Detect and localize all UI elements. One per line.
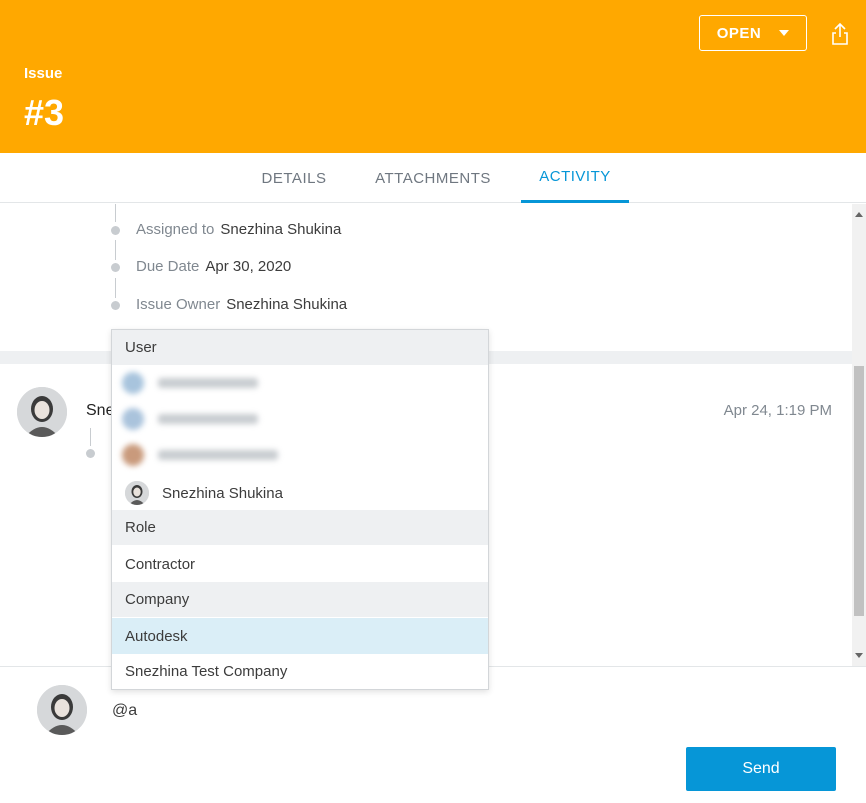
- tab-activity-label: ACTIVITY: [539, 168, 611, 185]
- field-label: Due Date: [136, 258, 200, 275]
- timeline-dot: [111, 226, 120, 235]
- avatar-icon: [122, 444, 144, 466]
- blurred-text: [158, 414, 258, 424]
- field-value: Apr 30, 2020: [205, 258, 292, 275]
- field-value: Snezhina Shukina: [220, 221, 342, 238]
- dropdown-item-company[interactable]: Autodesk: [112, 618, 488, 654]
- blurred-user-item[interactable]: [122, 408, 292, 430]
- send-button[interactable]: Send: [686, 747, 836, 791]
- dropdown-item-role[interactable]: Contractor: [112, 546, 488, 582]
- field-due-date: Due Date Apr 30, 2020: [136, 258, 291, 275]
- blurred-text: [158, 450, 278, 460]
- field-label: Assigned to: [136, 221, 215, 238]
- issue-number: #3: [24, 92, 65, 133]
- user-avatar-icon: [17, 387, 67, 437]
- timeline-line: [115, 204, 116, 222]
- avatar-icon: [122, 372, 144, 394]
- blurred-text: [158, 378, 258, 388]
- dropdown-item-user[interactable]: Snezhina Shukina: [112, 475, 488, 511]
- issue-header: Issue #3 OPEN: [0, 0, 866, 153]
- timeline-line: [115, 278, 116, 298]
- timeline-dot: [86, 449, 95, 458]
- avatar: [125, 481, 149, 505]
- chevron-down-icon: [779, 30, 790, 36]
- scroll-down-icon[interactable]: [855, 653, 863, 658]
- issue-label: Issue: [24, 65, 63, 82]
- avatar: [37, 685, 87, 735]
- scroll-up-icon[interactable]: [855, 212, 863, 217]
- share-button[interactable]: [826, 20, 854, 48]
- status-label: OPEN: [716, 24, 762, 42]
- timeline-dot: [111, 301, 120, 310]
- tab-details[interactable]: DETAILS: [246, 153, 342, 203]
- tab-attachments-label: ATTACHMENTS: [375, 169, 491, 187]
- dropdown-item-label: Snezhina Shukina: [162, 484, 283, 502]
- tab-details-label: DETAILS: [261, 169, 327, 187]
- comment-input[interactable]: [112, 697, 812, 725]
- tab-activity[interactable]: ACTIVITY: [521, 153, 629, 203]
- blurred-user-item[interactable]: [122, 444, 292, 466]
- avatar: [17, 387, 67, 437]
- status-dropdown-button[interactable]: OPEN: [699, 15, 807, 51]
- field-issue-owner: Issue Owner Snezhina Shukina: [136, 296, 347, 313]
- dropdown-item-company[interactable]: Snezhina Test Company: [112, 653, 488, 689]
- user-avatar-icon: [37, 685, 87, 735]
- mention-dropdown: User Snezhina Shukina Role Contractor Co…: [111, 329, 489, 690]
- field-label: Issue Owner: [136, 296, 221, 313]
- field-value: Snezhina Shukina: [226, 296, 348, 313]
- dropdown-header-role: Role: [112, 510, 488, 545]
- field-assigned-to: Assigned to Snezhina Shukina: [136, 221, 341, 238]
- tab-attachments[interactable]: ATTACHMENTS: [362, 153, 504, 203]
- avatar-icon: [122, 408, 144, 430]
- scroll-thumb[interactable]: [854, 366, 864, 616]
- blurred-user-item[interactable]: [122, 372, 292, 394]
- dropdown-header-company: Company: [112, 582, 488, 617]
- timeline-line: [115, 240, 116, 260]
- comment-time: Apr 24, 1:19 PM: [723, 402, 832, 419]
- tab-bar: DETAILS ATTACHMENTS ACTIVITY: [0, 153, 866, 203]
- share-icon: [832, 22, 848, 45]
- activity-scrollbar[interactable]: [852, 204, 866, 666]
- dropdown-header-user: User: [112, 330, 488, 365]
- timeline-dot: [111, 263, 120, 272]
- timeline-line: [90, 428, 91, 446]
- user-avatar-icon: [125, 481, 149, 505]
